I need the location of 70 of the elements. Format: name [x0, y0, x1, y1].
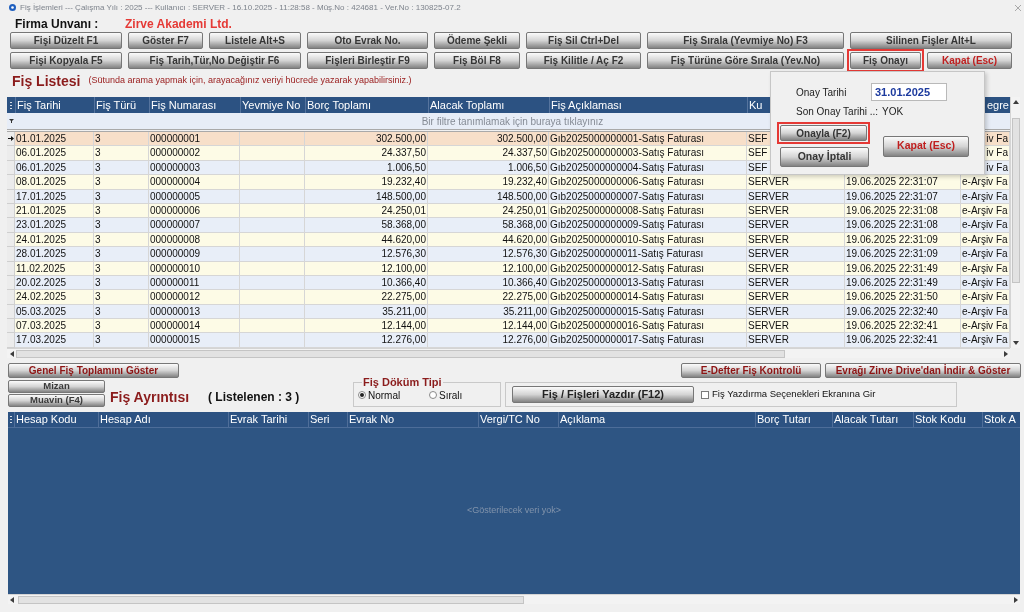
table-cell: 58.368,00	[305, 218, 428, 233]
table-cell: 58.368,00	[428, 218, 549, 233]
table-cell: 3	[94, 218, 149, 233]
table-cell: SERVER	[747, 333, 845, 348]
table-cell: 12.100,00	[428, 261, 549, 276]
table-cell: Gıb2025000000014-Satış Faturası	[549, 290, 747, 305]
table-cell: 148.500,00	[428, 189, 549, 204]
table-cell: 148.500,00	[305, 189, 428, 204]
table-cell: Gıb2025000000009-Satış Faturası	[549, 218, 747, 233]
table-cell: 24.337,50	[305, 146, 428, 161]
table-cell: 000000004	[149, 175, 240, 190]
table-cell: 06.01.2025	[15, 146, 94, 161]
table-cell: 3	[94, 333, 149, 348]
table-cell: 3	[94, 261, 149, 276]
table-cell: SERVER	[747, 247, 845, 262]
table-cell: SERVER	[747, 189, 845, 204]
window-title: Fiş İşlemleri --- Çalışma Yılı : 2025 --- Kullanıcı : SERVER - 16.10.2025 - 11:28:58 - Müş.No : 424681 - Ver.No : 130825-07.2	[20, 2, 461, 13]
table-cell: 19.06.2025 22:32:41	[845, 333, 961, 348]
table-cell: 000000007	[149, 218, 240, 233]
table-cell: 11.02.2025	[15, 261, 94, 276]
table-cell: 24.02.2025	[15, 290, 94, 305]
list-hint: (Sütunda arama yapmak için, arayacağınız veriyi hücrede yazarak yapabilirsiniz.)	[88, 74, 412, 88]
table-cell: 3	[94, 175, 149, 190]
list-title: Fiş Listesi	[12, 71, 81, 91]
table-cell: 12.576,30	[428, 247, 549, 262]
table-cell: 19.232,40	[305, 175, 428, 190]
empty-message: <Gösterilecek veri yok>	[466, 504, 561, 518]
table-cell: 19.06.2025 22:31:08	[845, 218, 961, 233]
table-cell: 19.06.2025 22:31:50	[845, 290, 961, 305]
section-title: Fiş Ayrıntısı	[110, 389, 191, 405]
table-cell: 000000005	[149, 189, 240, 204]
table-cell: 19.06.2025 22:31:49	[845, 261, 961, 276]
table-cell: 3	[94, 247, 149, 262]
table-cell: Gıb2025000000006-Satış Faturası	[549, 175, 747, 190]
table-cell: 12.576,30	[305, 247, 428, 262]
table-cell: 000000010	[149, 261, 240, 276]
table-cell: SERVER	[747, 290, 845, 305]
table-cell: 28.01.2025	[15, 247, 94, 262]
table-cell: 3	[94, 189, 149, 204]
group-title: Fiş Döküm Tipi	[362, 377, 443, 388]
table-cell: Gıb2025000000017-Satış Faturası	[549, 333, 747, 348]
field-label: Onay Tarihi	[796, 85, 848, 100]
table-cell: 19.06.2025 22:31:07	[845, 189, 961, 204]
table-cell: 12.276,00	[305, 333, 428, 348]
table-cell: 000000012	[149, 290, 240, 305]
table-cell: 12.100,00	[305, 261, 428, 276]
table-cell: 000000009	[149, 247, 240, 262]
table-cell: Gıb2025000000012-Satış Faturası	[549, 261, 747, 276]
table-cell: 19.06.2025 22:31:09	[845, 247, 961, 262]
table-cell: 17.01.2025	[15, 189, 94, 204]
table-cell: 24.337,50	[428, 146, 549, 161]
table-cell: 3	[94, 146, 149, 161]
table-cell: 17.03.2025	[15, 333, 94, 348]
table-cell: 08.01.2025	[15, 175, 94, 190]
company-name: Zirve Akademi Ltd.	[125, 15, 232, 33]
table-cell: SERVER	[747, 218, 845, 233]
table-cell: 000000002	[149, 146, 240, 161]
company-label: Firma Unvanı :	[15, 15, 100, 33]
record-count: ( Listelenen : 3 )	[208, 391, 301, 404]
table-cell: SERVER	[747, 261, 845, 276]
table-cell: 3	[94, 290, 149, 305]
table-cell: 22.275,00	[305, 290, 428, 305]
table-cell: 000000015	[149, 333, 240, 348]
table-cell: 12.276,00	[428, 333, 549, 348]
table-cell: 23.01.2025	[15, 218, 94, 233]
table-cell: Gıb2025000000007-Satış Faturası	[549, 189, 747, 204]
table-cell: Gıb2025000000003-Satış Faturası	[549, 146, 747, 161]
table-cell: 19.232,40	[428, 175, 549, 190]
table-cell: Gıb2025000000011-Satış Faturası	[549, 247, 747, 262]
table-cell: 22.275,00	[428, 290, 549, 305]
